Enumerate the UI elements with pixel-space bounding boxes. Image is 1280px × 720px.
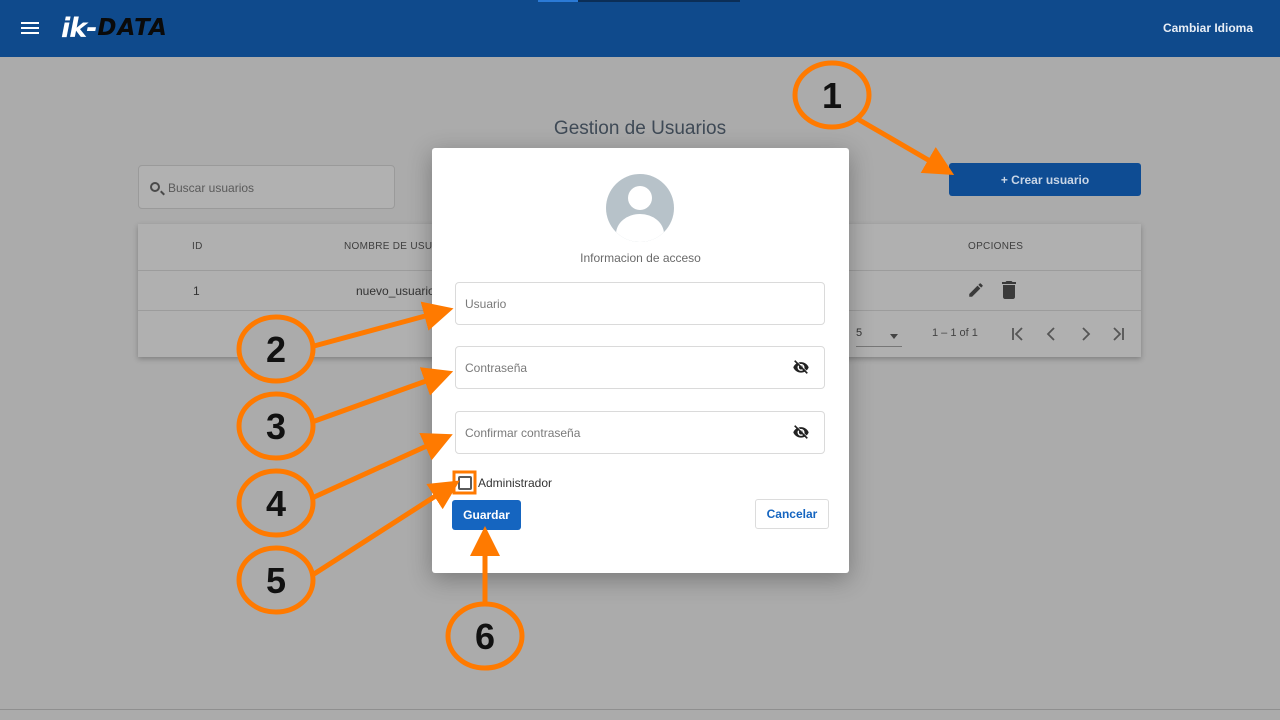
first-page-icon[interactable] — [1008, 324, 1028, 344]
marker-circle-5 — [236, 545, 316, 615]
column-header-id: ID — [192, 241, 203, 252]
confirm-password-input[interactable] — [465, 412, 785, 453]
dialog-subtitle: Informacion de acceso — [580, 251, 701, 265]
password-input[interactable] — [465, 347, 785, 388]
page-range-label: 1 – 1 of 1 — [932, 327, 978, 339]
hamburger-menu-icon[interactable] — [21, 22, 39, 36]
logo-ik-text: ik- — [61, 12, 97, 44]
logo-data-text: DATA — [97, 15, 168, 41]
page-size-select[interactable]: 5 — [856, 327, 902, 347]
admin-checkbox-label[interactable]: Administrador — [478, 476, 552, 490]
search-icon — [150, 182, 160, 192]
marker-label-5: 5 — [266, 560, 286, 601]
cell-id: 1 — [193, 284, 200, 298]
cell-username: nuevo_usuario — [356, 284, 435, 298]
admin-checkbox[interactable] — [458, 476, 472, 490]
page-title: Gestion de Usuarios — [553, 118, 727, 139]
delete-trash-icon[interactable] — [1002, 281, 1016, 299]
arrow-4 — [310, 432, 453, 501]
visibility-off-icon[interactable] — [792, 425, 810, 439]
dropdown-caret-icon — [890, 334, 898, 339]
app-logo: ik- DATA — [61, 12, 168, 44]
visibility-off-icon[interactable] — [792, 360, 810, 374]
username-field[interactable] — [455, 282, 825, 325]
confirm-password-field[interactable] — [455, 411, 825, 454]
search-input[interactable] — [168, 166, 388, 210]
password-field[interactable] — [455, 346, 825, 389]
next-page-icon[interactable] — [1075, 324, 1095, 344]
bottom-divider — [0, 709, 1280, 710]
column-header-options: OPCIONES — [968, 241, 1024, 252]
marker-label-6: 6 — [475, 616, 495, 657]
username-input[interactable] — [465, 283, 785, 324]
page-size-value: 5 — [856, 327, 863, 339]
last-page-icon[interactable] — [1108, 324, 1128, 344]
marker-circle-4 — [236, 468, 316, 538]
marker-label-1: 1 — [822, 75, 842, 116]
marker-circle-3 — [236, 391, 316, 461]
search-box[interactable] — [138, 165, 395, 210]
edit-pencil-icon[interactable] — [967, 281, 985, 299]
avatar-head — [628, 186, 652, 210]
progress-bar — [538, 0, 740, 2]
avatar-body — [616, 214, 664, 242]
save-button[interactable]: Guardar — [452, 500, 521, 530]
marker-circle-6 — [445, 601, 525, 671]
marker-label-4: 4 — [266, 483, 286, 524]
create-user-dialog: Informacion de acceso Administrador Guar… — [432, 148, 849, 573]
marker-label-3: 3 — [266, 406, 286, 447]
user-avatar-icon — [606, 174, 674, 242]
arrow-3 — [311, 367, 454, 425]
change-language-button[interactable]: Cambiar Idioma — [1163, 21, 1253, 35]
create-user-button[interactable]: + Crear usuario — [949, 163, 1141, 196]
cancel-button[interactable]: Cancelar — [755, 499, 829, 529]
top-app-bar: ik- DATA Cambiar Idioma — [0, 0, 1280, 57]
previous-page-icon[interactable] — [1042, 324, 1062, 344]
arrow-5 — [312, 480, 460, 577]
